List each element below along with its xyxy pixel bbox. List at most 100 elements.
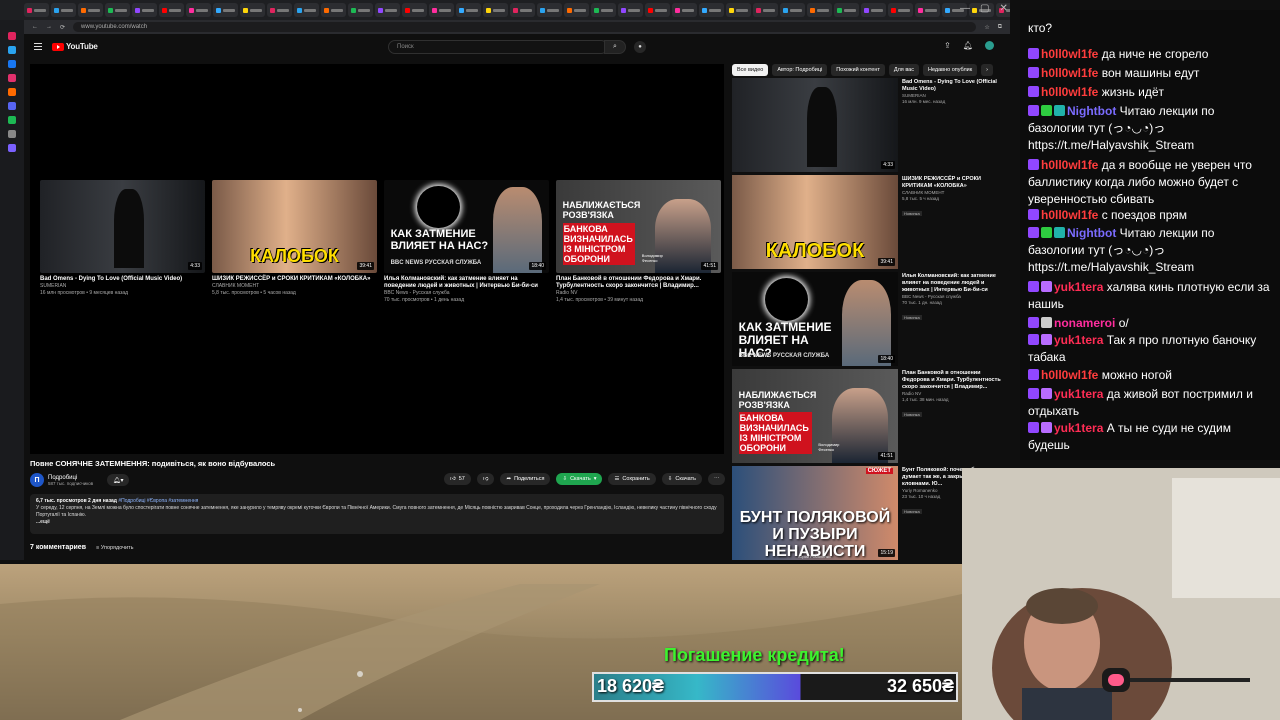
browser-tab[interactable] — [348, 3, 373, 17]
browser-tab[interactable] — [483, 3, 508, 17]
chat-username[interactable]: yuk1tera — [1054, 280, 1103, 294]
recommendation-item[interactable]: 4:33 Bad Omens - Dying To Love (Official … — [732, 78, 1008, 174]
chat-username[interactable]: h0ll0wl1fe — [1041, 208, 1098, 222]
browser-tab[interactable] — [105, 3, 130, 17]
recommendation-title[interactable]: План Банковой в отношении Федорова и Хма… — [902, 370, 1006, 391]
minimize-icon[interactable]: — — [960, 3, 970, 14]
end-screen-title[interactable]: План Банковой в отношении Федорова и Хма… — [556, 276, 721, 290]
sidebar-app-icon[interactable] — [8, 88, 16, 96]
sidebar-app-icon[interactable] — [8, 102, 16, 110]
chat-username[interactable]: Nightbot — [1067, 226, 1116, 240]
end-screen-thumbnail[interactable]: 4:33 — [40, 180, 205, 273]
browser-tab[interactable] — [24, 3, 49, 17]
browser-tab[interactable] — [456, 3, 481, 17]
sidebar-app-icon[interactable] — [8, 144, 16, 152]
chat-username[interactable]: h0ll0wl1fe — [1041, 47, 1098, 61]
chat-username[interactable]: yuk1tera — [1054, 421, 1103, 435]
end-screen-card[interactable]: КАК ЗАТМЕНИЕ ВЛИЯЕТ НА НАС? BBC NEWS РУСС… — [384, 180, 549, 304]
end-screen-title[interactable]: Bad Omens - Dying To Love (Official Musi… — [40, 276, 205, 283]
sidebar-app-icon[interactable] — [8, 60, 16, 68]
maximize-icon[interactable]: ▢ — [980, 3, 989, 14]
menu-icon[interactable] — [34, 43, 42, 50]
end-screen-title[interactable]: ШИЗИК РЕЖИССЁР и СРОКИ КРИТИКАМ «КОЛОБКА… — [212, 276, 377, 283]
bookmark-icon[interactable]: ☆ — [984, 24, 989, 31]
share-button[interactable]: ➦ Поделиться — [500, 473, 551, 485]
chip-0[interactable]: Все видео — [732, 64, 769, 76]
end-screen-card[interactable]: НАБЛИЖАЄТЬСЯ РОЗВ'ЯЗКА БАНКОВА ВИЗНАЧИЛАС… — [556, 180, 721, 304]
browser-tab[interactable] — [402, 3, 427, 17]
recommendation-thumbnail[interactable]: НАБЛИЖАЄТЬСЯ РОЗВ'ЯЗКА БАНКОВА ВИЗНАЧИЛАС… — [732, 369, 898, 463]
chat-username[interactable]: h0ll0wl1fe — [1041, 158, 1098, 172]
more-actions-button[interactable]: ⋯ — [707, 473, 726, 485]
video-player[interactable]: 4:33 Bad Omens - Dying To Love (Official … — [30, 64, 724, 454]
browser-tab[interactable] — [699, 3, 724, 17]
download-button[interactable]: ⇩ Скачать ▾ — [556, 473, 603, 485]
end-screen-channel[interactable]: BBC News - Русская служба — [384, 290, 549, 297]
bell-icon[interactable]: 🔔︎ — [963, 41, 973, 50]
end-screen-channel[interactable]: СЛАВНИК МОМЕНТ — [212, 283, 377, 290]
recommendation-item[interactable]: КАЛОБОК 39:41 ШИЗИК РЕЖИССЁР и СРОКИ КРИТИ… — [732, 175, 1008, 271]
dislike-button[interactable]: 👎︎ — [476, 473, 495, 485]
browser-tab[interactable] — [159, 3, 184, 17]
end-screen-title[interactable]: Илья Колмановский: как затмение влияет н… — [384, 276, 549, 290]
browser-tab[interactable] — [51, 3, 76, 17]
description-more[interactable]: ...ещё — [36, 519, 718, 526]
mic-icon[interactable]: ● — [634, 41, 646, 53]
chat-username[interactable]: h0ll0wl1fe — [1041, 85, 1098, 99]
channel-avatar[interactable]: П — [30, 473, 44, 487]
close-icon[interactable]: ✕ — [999, 3, 1007, 14]
chat-username[interactable]: yuk1tera — [1054, 387, 1103, 401]
like-button[interactable]: 👍︎ 57 — [444, 473, 471, 485]
sidebar-app-icon[interactable] — [8, 116, 16, 124]
browser-tab[interactable] — [753, 3, 778, 17]
browser-tab[interactable] — [240, 3, 265, 17]
browser-tab[interactable] — [618, 3, 643, 17]
end-screen-card[interactable]: КАЛОБОК 39:41 ШИЗИК РЕЖИССЁР и СРОКИ КРИТИ… — [212, 180, 377, 304]
recommendation-title[interactable]: ШИЗИК РЕЖИССЁР и СРОКИ КРИТИКАМ «КОЛОБКА… — [902, 176, 1006, 190]
browser-tab[interactable] — [132, 3, 157, 17]
browser-tab[interactable] — [564, 3, 589, 17]
chip-1[interactable]: Автор: Подробиці — [772, 64, 828, 76]
upload-icon[interactable]: ⇪ — [944, 41, 951, 50]
browser-tab[interactable] — [429, 3, 454, 17]
browser-tab[interactable] — [591, 3, 616, 17]
sort-comments-button[interactable]: ≡ Упорядочить — [96, 545, 133, 551]
search-icon[interactable]: ⌕ — [604, 40, 626, 54]
recommendation-thumbnail[interactable]: КАК ЗАТМЕНИЕ ВЛИЯЕТ НА НАС? BBC NEWS РУСС… — [732, 272, 898, 366]
url-field[interactable]: www.youtube.com/watch — [73, 22, 977, 32]
browser-tab[interactable] — [267, 3, 292, 17]
recommendation-thumbnail[interactable]: 4:33 — [732, 78, 898, 172]
recommendation-item[interactable]: НАБЛИЖАЄТЬСЯ РОЗВ'ЯЗКА БАНКОВА ВИЗНАЧИЛАС… — [732, 369, 1008, 465]
recommendation-title[interactable]: Илья Колмановский: как затмение влияет н… — [902, 273, 1006, 294]
avatar[interactable] — [985, 41, 994, 50]
chat-username[interactable]: h0ll0wl1fe — [1041, 66, 1098, 80]
browser-tab[interactable] — [213, 3, 238, 17]
end-screen-card[interactable]: 4:33 Bad Omens - Dying To Love (Official … — [40, 180, 205, 304]
recommendation-thumbnail[interactable]: СЮЖЕТ БУНТ ПОЛЯКОВОЙ И ПУЗЫРИ НЕНАВИСТИ Юр… — [732, 466, 898, 560]
browser-tab[interactable] — [834, 3, 859, 17]
subscribe-bell-button[interactable]: 🔔︎▾ — [107, 474, 130, 486]
browser-tab[interactable] — [780, 3, 805, 17]
browser-tab[interactable] — [888, 3, 913, 17]
chevron-right-icon[interactable]: › — [981, 64, 993, 76]
end-screen-thumbnail[interactable]: КАК ЗАТМЕНИЕ ВЛИЯЕТ НА НАС? BBC NEWS РУСС… — [384, 180, 549, 273]
save-button[interactable]: ☰ Сохранить — [608, 473, 656, 485]
recommendation-thumbnail[interactable]: КАЛОБОК 39:41 — [732, 175, 898, 269]
chip-4[interactable]: Недавно опублик — [922, 64, 978, 76]
end-screen-channel[interactable]: SUMERIAN — [40, 283, 205, 290]
browser-tab[interactable] — [726, 3, 751, 17]
browser-tab[interactable] — [375, 3, 400, 17]
extensions-icon[interactable]: ⧉ — [998, 24, 1002, 31]
forward-icon[interactable]: → — [46, 24, 52, 30]
chip-2[interactable]: Похожий контент — [831, 64, 885, 76]
browser-tab[interactable] — [78, 3, 103, 17]
video-description[interactable]: 6,7 тыс. просмотров 2 дня назад #Подроби… — [30, 494, 724, 534]
browser-tab[interactable] — [672, 3, 697, 17]
browser-tab[interactable] — [861, 3, 886, 17]
description-tags[interactable]: #Подробиці #Європа #затемнення — [118, 498, 198, 504]
end-screen-thumbnail[interactable]: КАЛОБОК 39:41 — [212, 180, 377, 273]
chat-username[interactable]: nonameroi — [1054, 316, 1115, 330]
end-screen-thumbnail[interactable]: НАБЛИЖАЄТЬСЯ РОЗВ'ЯЗКА БАНКОВА ВИЗНАЧИЛАС… — [556, 180, 721, 273]
youtube-logo[interactable]: YouTube — [52, 42, 98, 51]
browser-tab[interactable] — [537, 3, 562, 17]
